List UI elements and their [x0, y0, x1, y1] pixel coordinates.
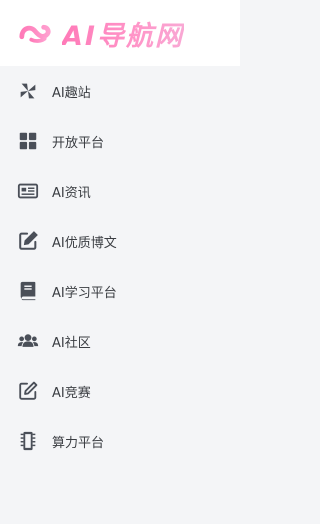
sidebar-item-ai-learning[interactable]: AI学习平台	[0, 266, 240, 316]
sidebar-item-label: AI学习平台	[52, 285, 117, 301]
sidebar-nav: AI趣站 开放平台 AI资讯 AI优质博文 AI学习平台 AI社区 AI竞赛 算…	[0, 66, 240, 466]
sidebar-item-ai-fun-sites[interactable]: AI趣站	[0, 66, 240, 116]
sidebar-item-label: AI竞赛	[52, 385, 91, 401]
pinwheel-icon	[16, 79, 40, 103]
grid-icon	[16, 129, 40, 153]
newspaper-icon	[16, 179, 40, 203]
edit-square-icon	[16, 229, 40, 253]
sidebar-item-ai-news[interactable]: AI资讯	[0, 166, 240, 216]
sidebar-item-ai-competitions[interactable]: AI竞赛	[0, 366, 240, 416]
sidebar-item-computing-platform[interactable]: 算力平台	[0, 416, 240, 466]
sidebar-item-open-platform[interactable]: 开放平台	[0, 116, 240, 166]
book-icon	[16, 279, 40, 303]
logo-icon[interactable]	[18, 20, 56, 46]
chip-icon	[16, 429, 40, 453]
users-icon	[16, 329, 40, 353]
sidebar-item-label: AI趣站	[52, 85, 91, 101]
sidebar-item-label: AI资讯	[52, 185, 91, 201]
sidebar-item-label: 算力平台	[52, 435, 105, 451]
logo-bar: AI导航网	[0, 0, 240, 66]
sidebar-item-label: 开放平台	[52, 135, 105, 151]
pen-square-icon	[16, 379, 40, 403]
sidebar-item-label: AI优质博文	[52, 235, 117, 251]
brand-name[interactable]: AI导航网	[62, 14, 184, 53]
sidebar-item-label: AI社区	[52, 335, 91, 351]
sidebar-item-ai-blogs[interactable]: AI优质博文	[0, 216, 240, 266]
sidebar-item-ai-community[interactable]: AI社区	[0, 316, 240, 366]
